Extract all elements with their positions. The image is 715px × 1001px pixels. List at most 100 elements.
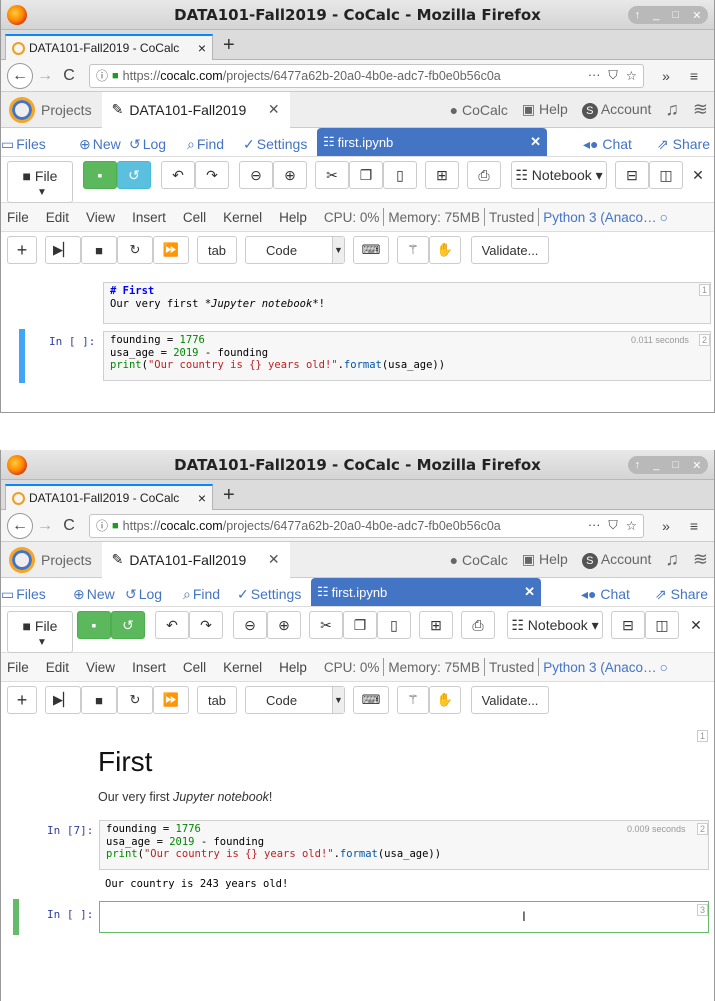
bell-icon[interactable]: ♫ <box>665 99 679 120</box>
reload-button[interactable]: C <box>57 64 81 88</box>
bookmark-star-icon[interactable]: ☆ <box>626 518 637 533</box>
info-icon[interactable]: ⓘ <box>96 517 108 534</box>
format-button[interactable]: ⊞ <box>425 161 459 189</box>
menu-kernel[interactable]: Kernel <box>223 660 262 675</box>
project-tab[interactable]: ✎ DATA101-Fall2019 ✕ <box>101 91 290 128</box>
overflow-menu-icon[interactable]: » <box>652 68 680 84</box>
minimize-icon[interactable]: _ <box>653 9 659 21</box>
hand-button[interactable]: ✋ <box>429 686 461 714</box>
share-button[interactable]: ⇗ Share <box>655 586 708 603</box>
stop-button[interactable]: ■ <box>81 236 117 264</box>
hand-button[interactable]: ✋ <box>429 236 461 264</box>
run-all-button[interactable]: ⏩ <box>153 686 189 714</box>
files-tab[interactable]: ▭ Files <box>1 136 46 153</box>
save-button[interactable]: ▪ <box>77 611 111 639</box>
close-frame-button[interactable]: ✕ <box>683 161 713 189</box>
menu-insert[interactable]: Insert <box>132 660 166 675</box>
keyboard-button[interactable]: ⌨ <box>353 236 389 264</box>
open-file-tab[interactable]: ☷ first.ipynb ✕ <box>317 128 547 156</box>
reload-button[interactable]: C <box>57 514 81 538</box>
settings-tab[interactable]: ✓ Settings <box>237 586 301 603</box>
keyboard-button[interactable]: ⌨ <box>353 686 389 714</box>
new-tab[interactable]: ⊕ New <box>73 586 115 603</box>
timetravel-button[interactable]: ↺ <box>111 611 145 639</box>
run-all-button[interactable]: ⏩ <box>153 236 189 264</box>
file-tab-close-icon[interactable]: ✕ <box>524 584 535 600</box>
code-cell-editor[interactable]: founding = 1776 usa_age = 2019 - foundin… <box>99 820 709 870</box>
new-tab-button[interactable]: + <box>223 484 235 507</box>
run-cell-button[interactable]: ▶▏ <box>45 686 81 714</box>
menu-edit[interactable]: Edit <box>46 660 69 675</box>
notebook-dropdown[interactable]: ☷ Notebook ▾ <box>511 161 607 189</box>
log-tab[interactable]: ↺ Log <box>129 136 166 153</box>
help-link[interactable]: ▣ Help <box>522 101 568 118</box>
account-link[interactable]: S Account <box>581 551 651 569</box>
menu-edit[interactable]: Edit <box>46 210 69 225</box>
menu-view[interactable]: View <box>86 660 115 675</box>
paste-button[interactable]: ▯ <box>377 611 411 639</box>
project-tab-close-icon[interactable]: ✕ <box>268 101 280 118</box>
maximize-icon[interactable]: ↑ <box>635 459 641 471</box>
restore-icon[interactable]: □ <box>672 9 679 21</box>
split-vertical-button[interactable]: ◫ <box>649 161 683 189</box>
timetravel-button[interactable]: ↺ <box>117 161 151 189</box>
stop-button[interactable]: ■ <box>81 686 117 714</box>
tab-button[interactable]: tab <box>197 236 237 264</box>
zoom-in-button[interactable]: ⊕ <box>267 611 301 639</box>
window-controls[interactable]: ↑ _ □ ✕ <box>628 6 708 24</box>
insert-cell-button[interactable]: + <box>7 686 37 714</box>
page-actions-icon[interactable]: ··· <box>588 68 601 83</box>
print-button[interactable]: ⎙ <box>461 611 495 639</box>
url-bar[interactable]: ⓘ ■ https://cocalc.com/projects/6477a62b… <box>89 63 644 88</box>
cocalc-link[interactable]: ● CoCalc <box>450 102 508 118</box>
zoom-out-button[interactable]: ⊖ <box>239 161 273 189</box>
new-tab-button[interactable]: + <box>223 34 235 57</box>
open-file-tab[interactable]: ☷ first.ipynb ✕ <box>311 578 541 606</box>
bell-icon[interactable]: ♫ <box>665 549 679 570</box>
magic-wand-button[interactable]: ⚚ <box>397 236 429 264</box>
menu-view[interactable]: View <box>86 210 115 225</box>
undo-button[interactable]: ↶ <box>161 161 195 189</box>
menu-file[interactable]: File <box>7 660 29 675</box>
undo-button[interactable]: ↶ <box>155 611 189 639</box>
insert-cell-button[interactable]: + <box>7 236 37 264</box>
find-tab[interactable]: ⌕ Find <box>183 586 220 603</box>
hamburger-menu-icon[interactable]: ≡ <box>680 518 708 534</box>
pocket-icon[interactable]: ⛉ <box>608 518 617 533</box>
code-cell-editor[interactable]: founding = 1776 usa_age = 2019 - foundin… <box>103 331 711 381</box>
tab-close-icon[interactable]: × <box>198 490 206 506</box>
files-tab[interactable]: ▭ Files <box>1 586 46 603</box>
page-actions-icon[interactable]: ··· <box>588 518 601 533</box>
zoom-in-button[interactable]: ⊕ <box>273 161 307 189</box>
account-link[interactable]: S Account <box>581 101 651 119</box>
back-button[interactable]: ← <box>7 512 33 539</box>
restart-button[interactable]: ↻ <box>117 686 153 714</box>
share-button[interactable]: ⇗ Share <box>657 136 710 153</box>
restore-icon[interactable]: □ <box>672 459 679 471</box>
split-horizontal-button[interactable]: ⊟ <box>615 161 649 189</box>
save-button[interactable]: ▪ <box>83 161 117 189</box>
cocalc-logo-icon[interactable] <box>9 546 35 573</box>
menu-help[interactable]: Help <box>279 660 307 675</box>
menu-cell[interactable]: Cell <box>183 210 206 225</box>
pocket-icon[interactable]: ⛉ <box>608 68 617 83</box>
browser-tab[interactable]: DATA101-Fall2019 - CoCalc × <box>5 484 213 510</box>
redo-button[interactable]: ↷ <box>189 611 223 639</box>
copy-button[interactable]: ❐ <box>349 161 383 189</box>
maximize-icon[interactable]: ↑ <box>635 9 641 21</box>
kernel-name[interactable]: Python 3 (Anaco… <box>543 660 656 675</box>
cocalc-logo-icon[interactable] <box>9 96 35 123</box>
close-frame-button[interactable]: ✕ <box>681 611 711 639</box>
browser-tab[interactable]: DATA101-Fall2019 - CoCalc × <box>5 34 213 60</box>
forward-button[interactable]: → <box>33 64 57 88</box>
close-icon[interactable]: ✕ <box>692 459 701 472</box>
project-tab[interactable]: ✎ DATA101-Fall2019 ✕ <box>101 541 290 578</box>
cell-type-select[interactable]: Code ▼ <box>245 236 345 264</box>
tab-button[interactable]: tab <box>197 686 237 714</box>
redo-button[interactable]: ↷ <box>195 161 229 189</box>
new-tab[interactable]: ⊕ New <box>79 136 121 153</box>
split-vertical-button[interactable]: ◫ <box>645 611 679 639</box>
kernel-name[interactable]: Python 3 (Anaco… <box>543 210 656 225</box>
menu-help[interactable]: Help <box>279 210 307 225</box>
tab-close-icon[interactable]: × <box>198 40 206 56</box>
